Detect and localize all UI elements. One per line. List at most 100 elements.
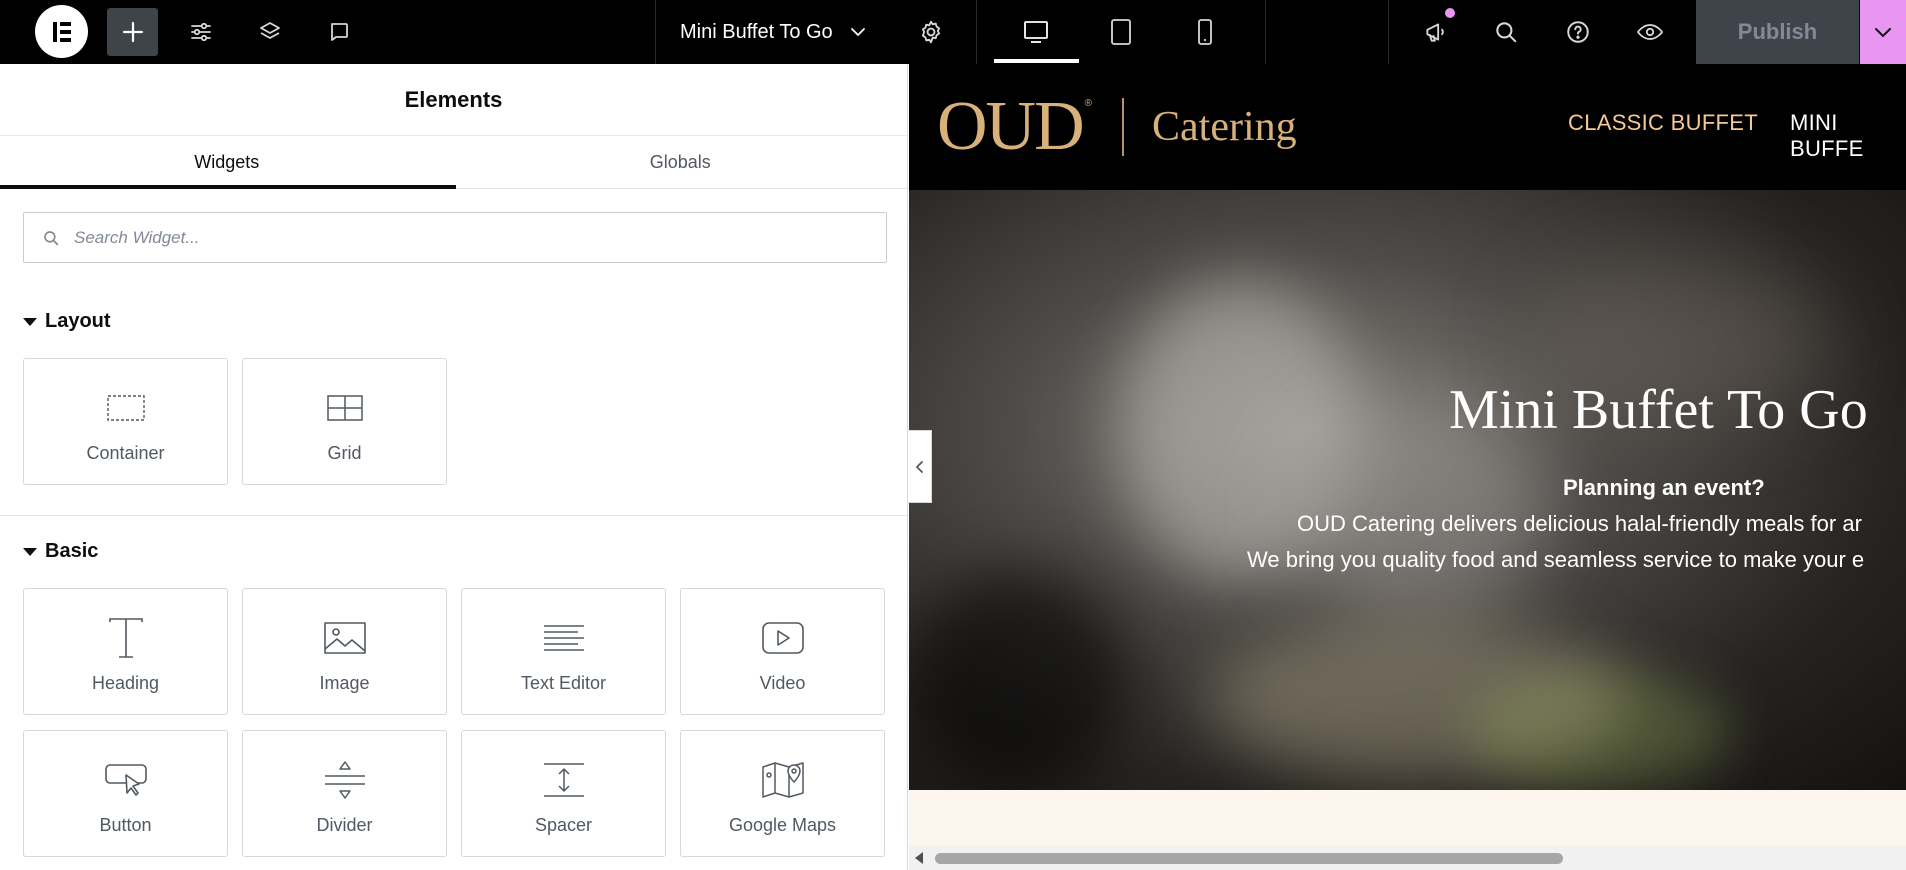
hero-background-shape: [909, 570, 1129, 790]
caret-down-icon: [23, 317, 37, 326]
help-button[interactable]: [1556, 0, 1600, 64]
section-divider: [0, 515, 907, 516]
collapse-panel-button[interactable]: [908, 430, 932, 503]
widget-label: Button: [99, 815, 152, 835]
widget-label: Heading: [91, 673, 160, 693]
widget-search-box: [23, 212, 887, 263]
topbar-separator: [1265, 0, 1266, 64]
page-preview-canvas[interactable]: OUD ® Catering CLASSIC BUFFET MINI BUFFE…: [909, 64, 1906, 870]
scrollbar-thumb[interactable]: [935, 853, 1563, 864]
horizontal-scrollbar[interactable]: [909, 846, 1906, 870]
spacer-icon: [542, 757, 586, 803]
section-title: Layout: [45, 310, 111, 332]
hero-paragraph-line: We bring you quality food and seamless s…: [1247, 547, 1865, 572]
divider-icon: [323, 757, 367, 803]
device-active-indicator: [994, 59, 1079, 63]
structure-button[interactable]: [249, 0, 291, 64]
site-settings-button[interactable]: [180, 0, 222, 64]
active-tab-indicator: [0, 185, 456, 189]
caret-down-icon: [23, 547, 37, 556]
elements-panel: Elements Widgets Globals Layout Containe…: [0, 64, 908, 870]
grid-icon: [326, 385, 364, 431]
logo-wordmark: OUD: [937, 88, 1085, 165]
tab-widgets[interactable]: Widgets: [0, 136, 454, 188]
nav-item-mini-buffet[interactable]: MINI BUFFE: [1790, 110, 1906, 162]
chevron-down-icon: [1875, 28, 1891, 38]
widget-spacer[interactable]: Spacer: [461, 730, 666, 857]
preview-button[interactable]: [1628, 0, 1672, 64]
widget-label: Divider: [316, 815, 373, 835]
publish-options-button[interactable]: [1860, 0, 1906, 64]
publish-button[interactable]: Publish: [1696, 0, 1859, 64]
panel-header: Elements: [0, 64, 907, 136]
widget-google-maps[interactable]: Google Maps: [680, 730, 885, 857]
chevron-down-icon: [850, 28, 865, 37]
mobile-icon: [1198, 19, 1212, 45]
heading-icon: [106, 615, 146, 661]
container-icon: [106, 385, 146, 431]
hero-title: Mini Buffet To Go: [1449, 379, 1868, 441]
tablet-icon: [1111, 19, 1131, 45]
site-header: OUD ® Catering CLASSIC BUFFET MINI BUFFE: [909, 64, 1906, 190]
comment-icon: [331, 23, 348, 41]
document-title: Mini Buffet To Go: [680, 20, 833, 43]
scroll-left-arrow-icon[interactable]: [915, 852, 923, 864]
section-basic-toggle[interactable]: Basic: [23, 540, 98, 563]
widget-label: Spacer: [534, 815, 593, 835]
notification-dot: [1445, 8, 1455, 18]
widget-label: Text Editor: [520, 673, 607, 693]
widget-grid[interactable]: Grid: [242, 358, 447, 485]
tab-globals[interactable]: Globals: [454, 136, 908, 188]
widget-label: Video: [759, 673, 806, 693]
comments-button[interactable]: [318, 0, 360, 64]
hero-section: Mini Buffet To Go Planning an event? OUD…: [909, 190, 1906, 790]
help-icon: [1567, 21, 1589, 43]
editor-topbar: Mini Buffet To Go Publish: [0, 0, 1906, 64]
layers-icon: [260, 22, 280, 39]
document-title-dropdown[interactable]: Mini Buffet To Go: [655, 0, 977, 64]
video-icon: [761, 615, 805, 661]
widget-video[interactable]: Video: [680, 588, 885, 715]
hero-background-shape: [1469, 670, 1729, 790]
text-editor-icon: [542, 615, 586, 661]
hero-subheading: Planning an event?: [1563, 475, 1765, 500]
hero-paragraph-line: OUD Catering delivers delicious halal-fr…: [1297, 511, 1862, 536]
add-element-button[interactable]: [107, 8, 158, 56]
finder-button[interactable]: [1484, 0, 1528, 64]
plus-icon: [122, 21, 143, 43]
chevron-left-icon: [915, 460, 923, 473]
search-icon: [44, 230, 59, 245]
logo-registered-mark: ®: [1084, 98, 1093, 109]
desktop-view-button[interactable]: [1010, 0, 1062, 64]
logo-separator: [1122, 98, 1125, 156]
button-icon: [104, 757, 148, 803]
mobile-view-button[interactable]: [1179, 0, 1231, 64]
widget-label: Google Maps: [728, 815, 837, 835]
widget-heading[interactable]: Heading: [23, 588, 228, 715]
nav-item-classic-buffet[interactable]: CLASSIC BUFFET: [1568, 110, 1758, 136]
section-title: Basic: [45, 540, 99, 562]
search-icon: [1496, 22, 1517, 43]
widget-search-input[interactable]: [74, 227, 854, 248]
widget-button[interactable]: Button: [23, 730, 228, 857]
site-logo[interactable]: OUD ® Catering: [937, 92, 1297, 162]
google-maps-icon: [761, 757, 805, 803]
widget-text-editor[interactable]: Text Editor: [461, 588, 666, 715]
elementor-logo-icon[interactable]: [35, 5, 88, 58]
logo-subtitle: Catering: [1152, 104, 1297, 150]
tablet-view-button[interactable]: [1095, 0, 1147, 64]
section-layout-toggle[interactable]: Layout: [23, 310, 111, 333]
widget-label: Grid: [327, 443, 362, 463]
eye-icon: [1636, 24, 1664, 40]
widget-image[interactable]: Image: [242, 588, 447, 715]
megaphone-icon: [1426, 23, 1444, 42]
sliders-icon: [191, 22, 211, 42]
image-icon: [323, 615, 367, 661]
gear-icon[interactable]: [918, 19, 944, 45]
widget-container[interactable]: Container: [23, 358, 228, 485]
panel-title: Elements: [404, 86, 503, 112]
panel-tabs: Widgets Globals: [0, 136, 907, 189]
widget-label: Container: [86, 443, 165, 463]
topbar-separator: [1388, 0, 1389, 64]
widget-divider[interactable]: Divider: [242, 730, 447, 857]
